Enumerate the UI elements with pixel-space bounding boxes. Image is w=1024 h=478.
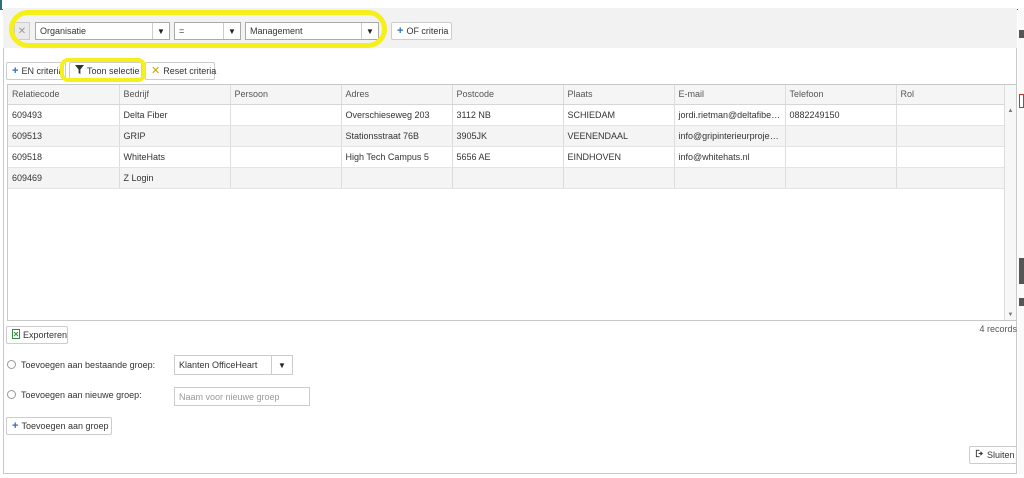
- table-cell: Delta Fiber: [119, 104, 231, 126]
- excel-file-icon: [12, 328, 20, 342]
- scroll-down-icon[interactable]: ▼: [1005, 309, 1016, 320]
- table-cell: [230, 125, 342, 147]
- table-cell: 609513: [8, 125, 120, 147]
- table-cell: [896, 125, 1007, 147]
- column-header[interactable]: Postcode: [452, 85, 564, 105]
- table-cell: High Tech Campus 5: [341, 146, 453, 168]
- table-cell: [230, 146, 342, 168]
- column-header[interactable]: Bedrijf: [119, 85, 231, 105]
- table-cell: info@gripinterieurprojecten.nl: [674, 125, 786, 147]
- column-header[interactable]: Rol: [896, 85, 1007, 105]
- table-cell: EINDHOVEN: [563, 146, 675, 168]
- table-cell: 5656 AE: [452, 146, 564, 168]
- reset-criteria-label: Reset criteria: [163, 66, 217, 76]
- table-row[interactable]: 609518 WhiteHats High Tech Campus 5 5656…: [8, 146, 1007, 168]
- column-header[interactable]: Adres: [341, 85, 453, 105]
- close-button[interactable]: Sluiten: [969, 446, 1017, 464]
- add-to-group-button[interactable]: + Toevoegen aan groep: [6, 417, 112, 435]
- background-mark: [1019, 258, 1024, 284]
- close-icon: ✕: [151, 64, 161, 77]
- column-header[interactable]: Telefoon: [785, 85, 897, 105]
- and-criteria-button[interactable]: + EN criteria: [6, 62, 66, 80]
- table-cell: [452, 167, 564, 189]
- new-group-input[interactable]: [174, 387, 310, 406]
- table-cell: Stationsstraat 76B: [341, 125, 453, 147]
- export-button[interactable]: Exporteren: [6, 326, 68, 344]
- table-cell: [896, 104, 1007, 126]
- caret-down-icon: ▼: [271, 356, 292, 374]
- export-label: Exporteren: [23, 330, 68, 340]
- grid-scrollbar[interactable]: ▲ ▼: [1004, 85, 1016, 320]
- new-group-radio[interactable]: [7, 390, 16, 399]
- background-mark: [1019, 298, 1024, 306]
- table-cell: 0882249150: [785, 104, 897, 126]
- table-cell: 3905JK: [452, 125, 564, 147]
- or-criteria-button[interactable]: + OF criteria: [391, 22, 452, 40]
- column-header[interactable]: E-mail: [674, 85, 786, 105]
- table-cell: [341, 167, 453, 189]
- existing-group-label: Toevoegen aan bestaande groep:: [21, 360, 156, 370]
- table-cell: [563, 167, 675, 189]
- window-edge-marker: [0, 0, 2, 9]
- table-cell: jordi.rietman@deltafiber.nl: [674, 104, 786, 126]
- table-cell: 609469: [8, 167, 120, 189]
- add-to-group-label: Toevoegen aan groep: [21, 421, 109, 431]
- close-label: Sluiten: [987, 450, 1015, 460]
- table-row[interactable]: 609469 Z Login: [8, 167, 1007, 189]
- scroll-up-icon[interactable]: ▲: [1005, 105, 1016, 116]
- results-grid: Relatiecode Bedrijf Persoon Adres Postco…: [7, 84, 1017, 321]
- and-criteria-label: EN criteria: [21, 66, 64, 76]
- reset-criteria-button[interactable]: ✕ Reset criteria: [145, 62, 217, 80]
- table-cell: [230, 104, 342, 126]
- existing-group-select[interactable]: Klanten OfficeHeart ▼: [174, 355, 293, 375]
- table-cell: [896, 146, 1007, 168]
- table-row[interactable]: 609513 GRIP Stationsstraat 76B 3905JK VE…: [8, 125, 1007, 147]
- table-cell: [785, 167, 897, 189]
- new-group-label: Toevoegen aan nieuwe groep:: [21, 390, 142, 400]
- table-cell: VEENENDAAL: [563, 125, 675, 147]
- table-cell: info@whitehats.nl: [674, 146, 786, 168]
- column-header[interactable]: Plaats: [563, 85, 675, 105]
- table-cell: 609493: [8, 104, 120, 126]
- table-cell: 609518: [8, 146, 120, 168]
- table-header-row: Relatiecode Bedrijf Persoon Adres Postco…: [8, 85, 1007, 105]
- background-mark: [1019, 30, 1024, 38]
- table-cell: SCHIEDAM: [563, 104, 675, 126]
- highlight-annotation: [60, 58, 146, 82]
- table-cell: [785, 125, 897, 147]
- table-cell: Z Login: [119, 167, 231, 189]
- existing-group-value: Klanten OfficeHeart: [179, 360, 258, 370]
- or-criteria-label: OF criteria: [406, 26, 449, 36]
- highlight-annotation: [9, 10, 387, 48]
- column-header[interactable]: Persoon: [230, 85, 342, 105]
- table-cell: [674, 167, 786, 189]
- table-cell: [785, 146, 897, 168]
- plus-icon: +: [12, 64, 19, 77]
- existing-group-radio[interactable]: [7, 360, 16, 369]
- table-cell: 3112 NB: [452, 104, 564, 126]
- table-cell: [896, 167, 1007, 189]
- results-table: Relatiecode Bedrijf Persoon Adres Postco…: [8, 85, 1007, 189]
- table-cell: GRIP: [119, 125, 231, 147]
- table-cell: WhiteHats: [119, 146, 231, 168]
- sign-out-icon: [975, 449, 984, 461]
- table-row[interactable]: 609493 Delta Fiber Overschieseweg 203 31…: [8, 104, 1007, 126]
- table-cell: [230, 167, 342, 189]
- column-header[interactable]: Relatiecode: [8, 85, 120, 105]
- background-mark: [1019, 94, 1024, 108]
- plus-icon: +: [397, 24, 404, 37]
- plus-icon: +: [12, 419, 19, 432]
- records-count: 4 records: [979, 324, 1017, 334]
- background-page-edge: [1018, 8, 1024, 474]
- table-cell: Overschieseweg 203: [341, 104, 453, 126]
